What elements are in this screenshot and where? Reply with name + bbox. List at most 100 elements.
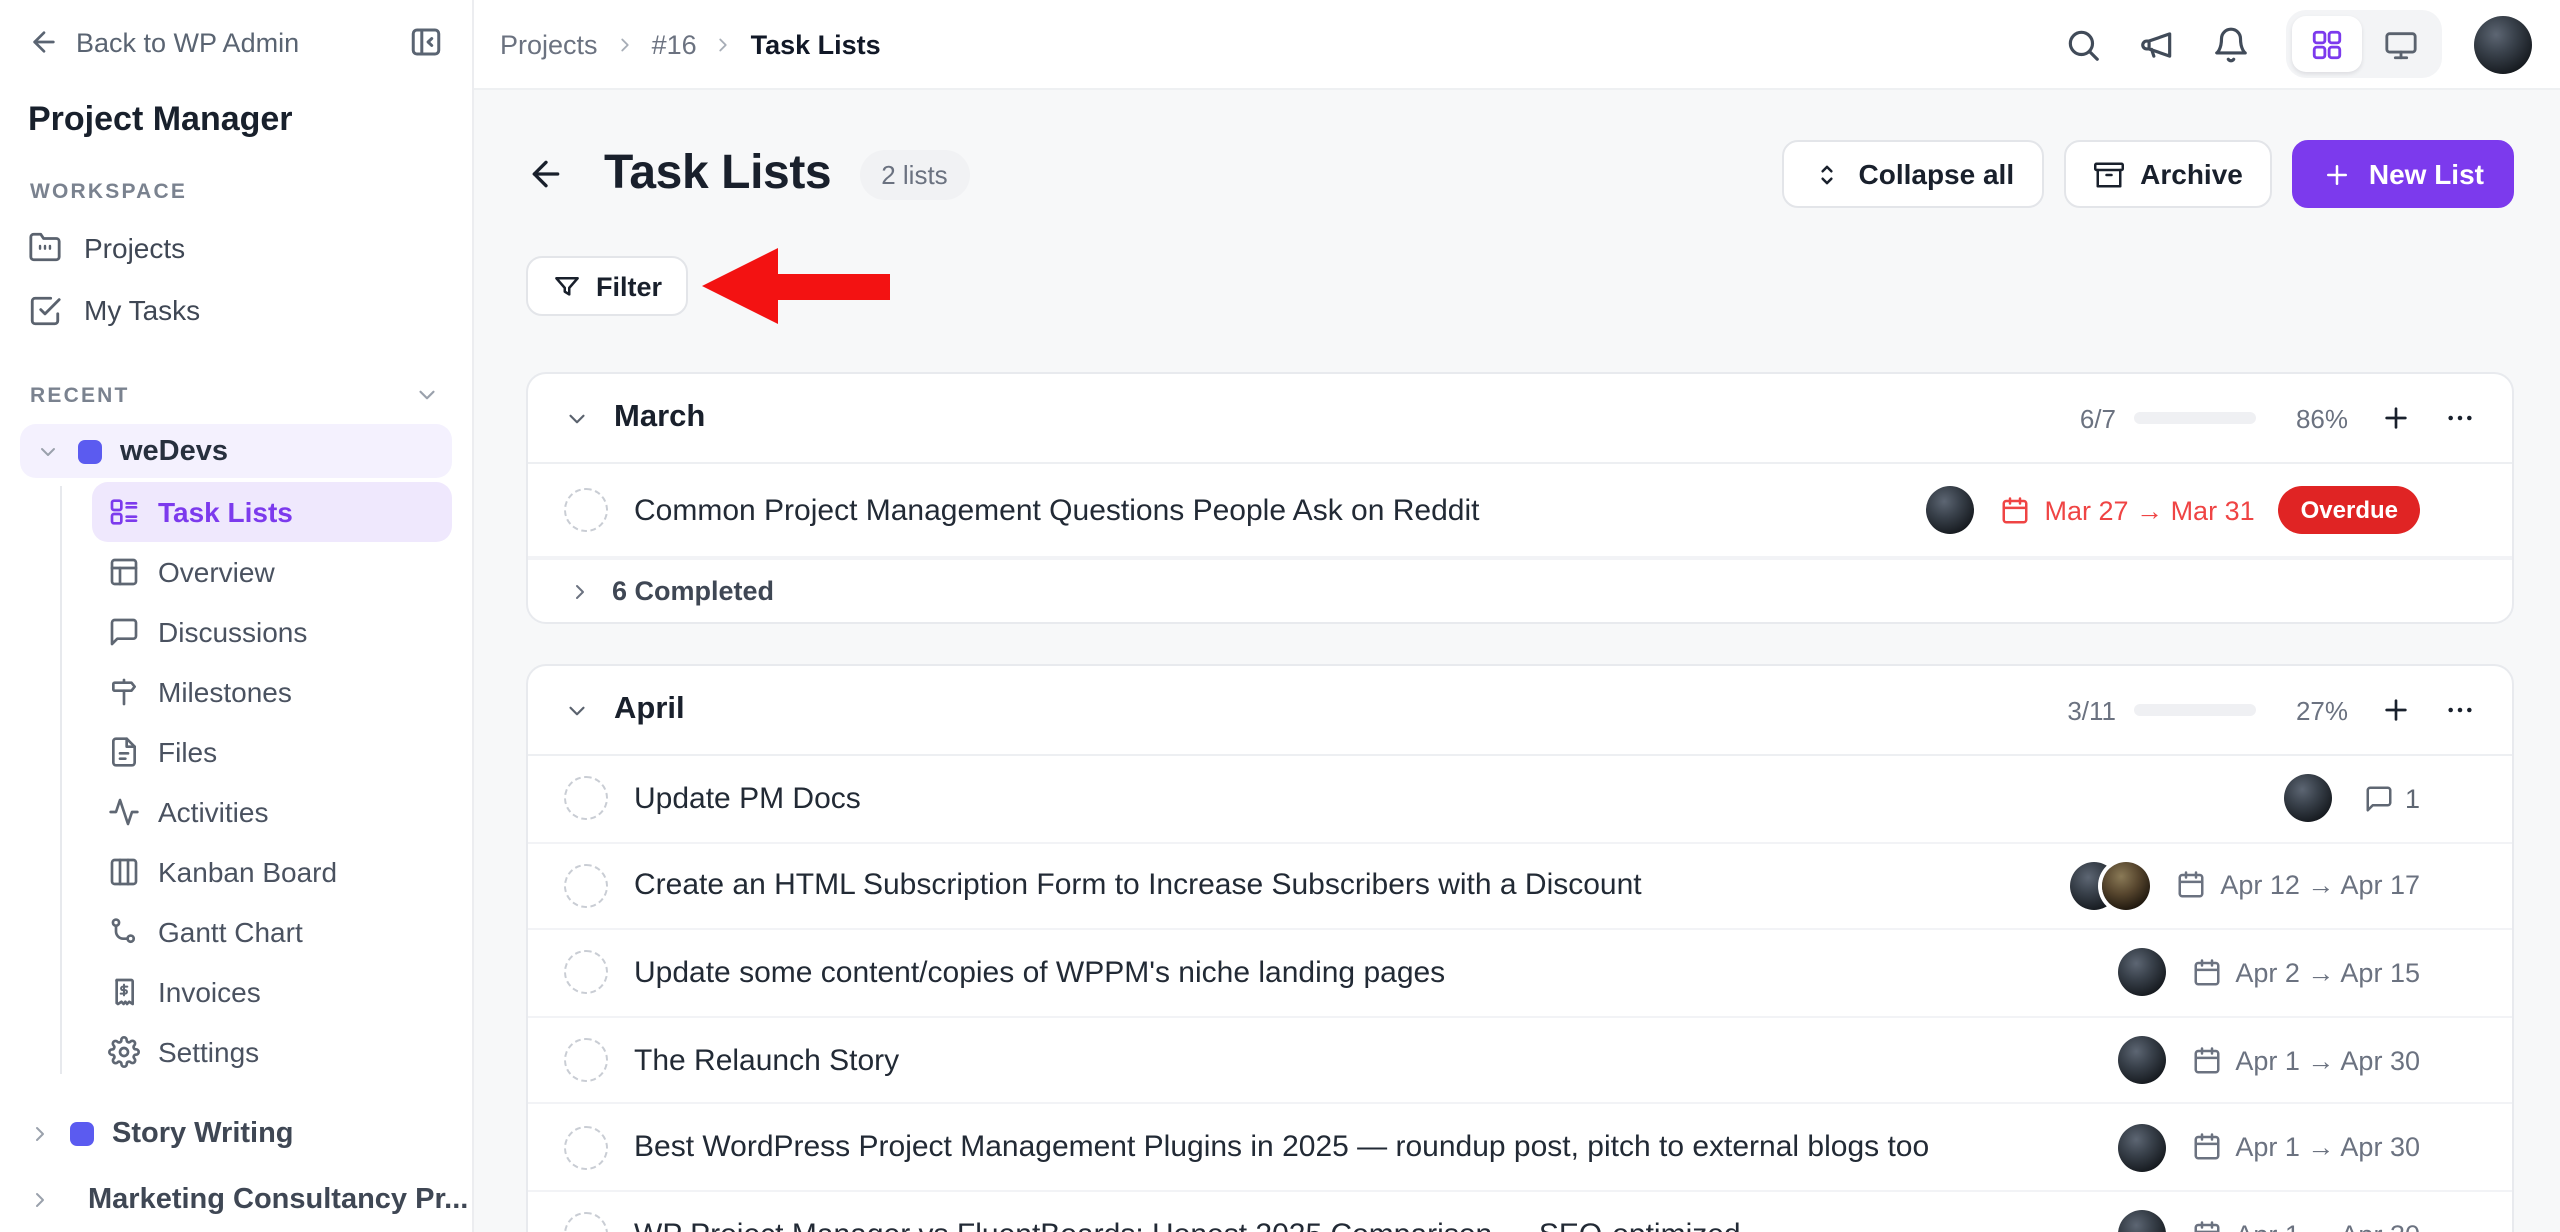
add-task-icon[interactable] xyxy=(2380,694,2412,726)
progress-bar xyxy=(2134,704,2256,716)
sidebar-item-my-tasks[interactable]: My Tasks xyxy=(0,279,472,342)
back-to-wp-admin-link[interactable]: Back to WP Admin xyxy=(28,26,299,58)
bell-icon[interactable] xyxy=(2212,25,2250,63)
task-title[interactable]: WP Project Manager vs FluentBoards: Hone… xyxy=(634,1218,1741,1232)
due-date: Apr 1 → Apr 30 xyxy=(2191,1132,2420,1162)
task-title[interactable]: Update PM Docs xyxy=(634,782,861,816)
more-options-icon[interactable] xyxy=(2444,694,2476,726)
receipt-icon xyxy=(108,976,140,1008)
back-to-wp-admin-label: Back to WP Admin xyxy=(76,27,299,57)
monitor-view-button[interactable] xyxy=(2366,16,2436,72)
task-checkbox[interactable] xyxy=(564,864,608,908)
view-toggle xyxy=(2286,10,2442,78)
filter-row: Filter xyxy=(526,248,2514,324)
assignee-avatar xyxy=(2102,862,2150,910)
done-count: 3/11 xyxy=(2067,695,2116,725)
task-row[interactable]: Update PM Docs 1 xyxy=(528,756,2512,843)
project-color-dot xyxy=(70,1121,94,1145)
check-square-icon xyxy=(28,294,62,328)
collapse-sidebar-icon[interactable] xyxy=(408,24,444,60)
task-checkbox[interactable] xyxy=(564,488,608,532)
chevron-right-icon xyxy=(614,33,636,55)
task-row[interactable]: The Relaunch Story Apr 1 → Apr 30 xyxy=(528,1018,2512,1105)
list-header: March 6/7 86% xyxy=(528,374,2512,464)
assignee-avatar xyxy=(2117,1036,2165,1084)
annotation-arrow-head xyxy=(702,248,778,324)
assignee-avatar xyxy=(2117,1211,2165,1232)
search-icon[interactable] xyxy=(2064,25,2102,63)
task-title[interactable]: Create an HTML Subscription Form to Incr… xyxy=(634,869,1642,903)
chevron-right-icon xyxy=(28,1121,52,1145)
annotation-arrow xyxy=(702,248,890,324)
user-avatar[interactable] xyxy=(2474,15,2532,73)
new-list-button[interactable]: New List xyxy=(2293,140,2514,208)
due-date: Apr 12 → Apr 17 xyxy=(2176,871,2420,901)
list-count-badge: 2 lists xyxy=(859,149,969,199)
sidebar-item-activities[interactable]: Activities xyxy=(92,782,452,842)
sidebar-item-files[interactable]: Files xyxy=(92,722,452,782)
main-area: Projects #16 Task Lists Task List xyxy=(474,0,2560,1232)
tree-guide-line xyxy=(60,486,62,1074)
sidebar-item-discussions[interactable]: Discussions xyxy=(92,602,452,662)
chevron-down-icon[interactable] xyxy=(564,697,590,723)
progress-percent: 86% xyxy=(2288,403,2348,433)
sidebar-item-overview[interactable]: Overview xyxy=(92,542,452,602)
plus-icon xyxy=(2323,159,2353,189)
task-title[interactable]: Update some content/copies of WPPM's nic… xyxy=(634,956,1445,990)
sidebar-project-story-writing[interactable]: Story Writing xyxy=(0,1100,472,1166)
due-date: Apr 1 → Apr 30 xyxy=(2191,1220,2420,1232)
task-row[interactable]: Common Project Management Questions Peop… xyxy=(528,464,2512,558)
due-date: Mar 27 → Mar 31 xyxy=(2001,495,2255,525)
due-date: Apr 2 → Apr 15 xyxy=(2191,958,2420,988)
recent-section-label: RECENT xyxy=(0,342,472,420)
task-checkbox[interactable] xyxy=(564,951,608,995)
sidebar-item-settings[interactable]: Settings xyxy=(92,1022,452,1082)
completed-toggle[interactable]: 6 Completed xyxy=(528,558,2512,622)
sidebar-item-milestones[interactable]: Milestones xyxy=(92,662,452,722)
page-header: Task Lists 2 lists Collapse all Archive … xyxy=(526,140,2514,208)
back-button[interactable] xyxy=(526,154,566,194)
add-task-icon[interactable] xyxy=(2380,402,2412,434)
task-row[interactable]: Best WordPress Project Management Plugin… xyxy=(528,1105,2512,1192)
chevron-right-icon xyxy=(713,33,735,55)
task-checkbox[interactable] xyxy=(564,1038,608,1082)
archive-button[interactable]: Archive xyxy=(2064,140,2273,208)
breadcrumb-project-id[interactable]: #16 xyxy=(652,29,697,59)
sidebar-project-wedevs[interactable]: weDevs xyxy=(20,424,452,478)
collapse-all-button[interactable]: Collapse all xyxy=(1783,140,2045,208)
done-count: 6/7 xyxy=(2080,403,2116,433)
gantt-icon xyxy=(108,916,140,948)
task-checkbox[interactable] xyxy=(564,1213,608,1232)
task-row[interactable]: Update some content/copies of WPPM's nic… xyxy=(528,930,2512,1017)
task-title[interactable]: Common Project Management Questions Peop… xyxy=(634,493,1479,527)
sidebar: Back to WP Admin Project Manager WORKSPA… xyxy=(0,0,474,1232)
sidebar-item-projects[interactable]: Projects xyxy=(0,216,472,279)
task-checkbox[interactable] xyxy=(564,1125,608,1169)
megaphone-icon[interactable] xyxy=(2138,25,2176,63)
calendar-icon xyxy=(2176,871,2206,901)
task-title[interactable]: The Relaunch Story xyxy=(634,1043,899,1077)
sidebar-item-gantt-chart[interactable]: Gantt Chart xyxy=(92,902,452,962)
sidebar-item-invoices[interactable]: Invoices xyxy=(92,962,452,1022)
task-row[interactable]: WP Project Manager vs FluentBoards: Hone… xyxy=(528,1192,2512,1232)
signpost-icon xyxy=(108,676,140,708)
more-options-icon[interactable] xyxy=(2444,402,2476,434)
calendar-icon xyxy=(2191,1045,2221,1075)
task-list-card-march: March 6/7 86% Common Project Management … xyxy=(526,372,2514,624)
task-checkbox[interactable] xyxy=(564,777,608,821)
assignee-avatar xyxy=(2117,1123,2165,1171)
columns-icon xyxy=(108,856,140,888)
sidebar-project-marketing-consultancy[interactable]: Marketing Consultancy Pr... xyxy=(0,1166,472,1232)
task-row[interactable]: Create an HTML Subscription Form to Incr… xyxy=(528,843,2512,930)
sidebar-item-kanban-board[interactable]: Kanban Board xyxy=(92,842,452,902)
comment-bubble-icon xyxy=(2365,784,2395,814)
assignee-avatar xyxy=(1927,486,1975,534)
chevron-down-icon[interactable] xyxy=(564,405,590,431)
filter-button[interactable]: Filter xyxy=(526,256,688,316)
list-header: April 3/11 27% xyxy=(528,666,2512,756)
grid-view-button[interactable] xyxy=(2292,16,2362,72)
breadcrumb-projects[interactable]: Projects xyxy=(500,29,598,59)
chevron-down-icon[interactable] xyxy=(414,382,440,408)
sidebar-item-task-lists[interactable]: Task Lists xyxy=(92,482,452,542)
task-title[interactable]: Best WordPress Project Management Plugin… xyxy=(634,1130,1929,1164)
